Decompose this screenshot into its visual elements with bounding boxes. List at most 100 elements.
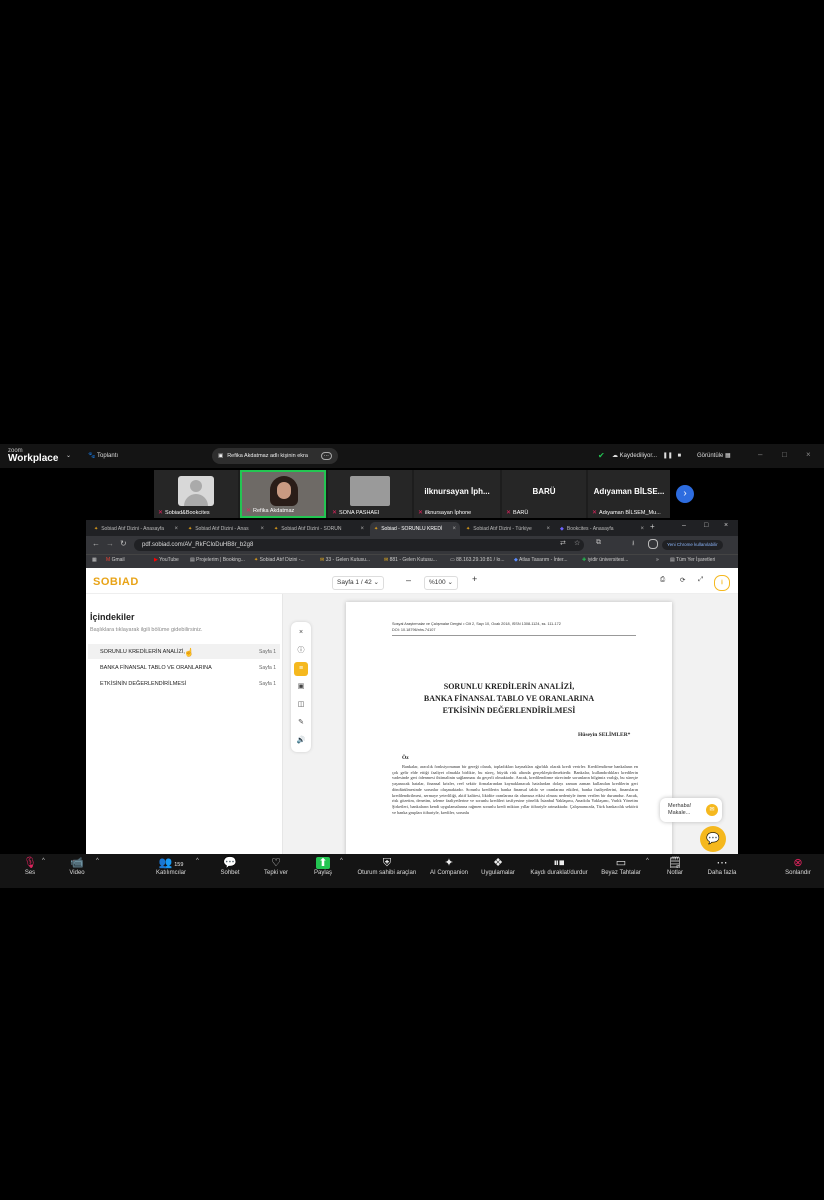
close-tab-icon[interactable]: × (174, 526, 178, 532)
back-icon[interactable]: ← (92, 539, 100, 548)
share-button[interactable]: ⬆ Paylaş (308, 856, 338, 876)
notes-button[interactable]: 🗒 Notlar (662, 856, 688, 876)
recording-indicator[interactable]: ☁ Kaydediliyor... ❚❚ ■ (612, 452, 681, 459)
more-icon[interactable]: ··· (320, 452, 332, 460)
meeting-menu[interactable]: 🐾 Toplantı (88, 452, 118, 459)
page-selector[interactable]: Sayfa 1 / 42 ⌄ (332, 576, 384, 590)
download-icon[interactable]: ⭳ (632, 539, 634, 550)
overflow-icon[interactable]: » (656, 557, 659, 563)
url-input[interactable]: pdf.sobiad.com/AV_RkFCloDuHB8r_b2g8 (134, 539, 584, 551)
speaker-icon[interactable]: 🔊 (294, 734, 308, 748)
chevron-up-icon[interactable]: ^ (42, 858, 45, 864)
browser-tab-4[interactable]: ✦ Sobiad Atıf Dizini - Türkiye × (462, 522, 554, 536)
chevron-down-icon[interactable]: ⌄ (66, 452, 71, 459)
zoom-out-button[interactable]: – (406, 575, 411, 585)
stop-icon[interactable]: ■ (677, 453, 681, 459)
fullscreen-icon[interactable]: ⤢ (698, 576, 703, 584)
chat-button[interactable]: 💬 Sohbet (214, 856, 246, 876)
chrome-update-button[interactable]: Yeni Chrome kullanılabilir (662, 540, 723, 550)
participant-tile-3[interactable]: ilknursayan İph... ✕ ilknursayan İphone (414, 470, 500, 518)
participant-tile-5[interactable]: Adıyaman BİLSE... ✕ Adıyaman BİLSEM_Mu... (588, 470, 670, 518)
minimize-icon[interactable]: – (682, 522, 686, 529)
apps-icon[interactable]: ▦ (92, 557, 97, 563)
view-menu[interactable]: Görüntüle ▦ (697, 452, 731, 459)
star-icon[interactable]: ☆ (574, 539, 580, 547)
bookmark-1[interactable]: ▶ YouTube (154, 557, 179, 563)
pdf-page[interactable]: Sosyal Araştırmalar ve Çalışmalar Dergis… (346, 602, 672, 854)
close-panel-icon[interactable]: × (294, 626, 308, 640)
extensions-icon[interactable]: ⧉ (596, 539, 601, 547)
bookmark-3[interactable]: ✦ Sobiad Atıf Dizini -... (254, 557, 305, 563)
participant-tile-0[interactable]: ✕ Sobiad&Bookcites (154, 470, 238, 518)
next-participants-button[interactable]: › (676, 485, 694, 503)
screen-share-notice[interactable]: ▣ Refika Akdatmaz adlı kişinin ekra ··· (212, 448, 338, 464)
close-tab-icon[interactable]: × (260, 526, 264, 532)
zoom-selector[interactable]: %100 ⌄ (424, 576, 458, 590)
bookmark-0[interactable]: M Gmail (106, 557, 125, 563)
folder-icon: ▤ (670, 557, 675, 563)
audio-button[interactable]: 🎙 Ses (16, 856, 44, 876)
browser-tab-0[interactable]: ✦ Sobiad Atıf Dizini - Anasayfa × (90, 522, 182, 536)
toc-icon[interactable]: ≡ (294, 662, 308, 676)
close-tab-icon[interactable]: × (360, 526, 364, 532)
maximize-icon[interactable]: □ (704, 522, 708, 529)
bookmark-7[interactable]: ◆ Atlas Tasarım - İnter... (514, 557, 568, 563)
minimize-icon[interactable]: – (758, 450, 762, 459)
zoom-in-button[interactable]: + (472, 574, 477, 584)
edit-icon[interactable]: ✎ (294, 716, 308, 730)
bookmark-2[interactable]: ▤ Projelerim | Booking... (190, 557, 245, 563)
chevron-up-icon[interactable]: ^ (196, 858, 199, 864)
ai-companion-button[interactable]: ✦ AI Companion (426, 856, 472, 876)
participants-button[interactable]: 👥 159 Katılımcılar (150, 856, 192, 876)
chat-open-button[interactable]: 💬 (700, 826, 726, 852)
rotate-icon[interactable]: ⟳ (680, 576, 685, 584)
toc-item[interactable]: ETKİSİNİN DEĞERLENDİRİLMESİ Sayfa 1 (88, 676, 280, 691)
end-meeting-button[interactable]: ⊗ Sonlandır (780, 856, 816, 876)
participant-tile-2[interactable]: ✕ SONA PASHAEI (328, 470, 412, 518)
print-icon[interactable]: ⎙ (660, 576, 665, 584)
toolbar-label: Tepki ver (263, 870, 288, 876)
browser-tab-2[interactable]: ✦ Sobiad Atıf Dizini - SORUN × (270, 522, 368, 536)
reload-icon[interactable]: ↻ (120, 539, 127, 548)
video-button[interactable]: 📹 Video (62, 856, 92, 876)
toc-item[interactable]: BANKA FİNANSAL TABLO VE ORANLARINA Sayfa… (88, 660, 280, 675)
new-tab-icon[interactable]: + (650, 522, 655, 531)
host-tools-button[interactable]: ⛨ Oturum sahibi araçları (352, 856, 422, 876)
doi-line: DOI: 10.18796/nhs.74107 (392, 628, 436, 632)
bookmark-4[interactable]: ✉ 33 - Gelen Kutusu... (320, 557, 370, 563)
pause-icon[interactable]: ❚❚ (663, 453, 673, 459)
all-bookmarks[interactable]: ▤ Tüm Yer İşaretleri (670, 557, 715, 563)
bookmark-8[interactable]: ✚ iyidir üniversitesi... (582, 557, 628, 563)
close-window-icon[interactable]: × (724, 522, 728, 529)
browser-tab-5[interactable]: ◆ Bookcites - Anasayfa × (556, 522, 648, 536)
profile-icon[interactable] (648, 539, 658, 549)
participant-tile-4[interactable]: BARÜ ✕ BARÜ (502, 470, 586, 518)
book-icon[interactable]: ◫ (294, 698, 308, 712)
chevron-up-icon[interactable]: ^ (96, 858, 99, 864)
image-icon[interactable]: ▣ (294, 680, 308, 694)
forward-icon[interactable]: → (106, 539, 114, 548)
whiteboards-button[interactable]: ▭ Beyaz Tahtalar (598, 856, 644, 876)
bookmark-6[interactable]: ▭ 88.163.29.10:81 / lo... (450, 557, 505, 563)
translate-icon[interactable]: ⇄ (560, 539, 566, 547)
bookmark-5[interactable]: ✉ 881 - Gelen Kutusu... (384, 557, 437, 563)
browser-tab-3[interactable]: ✦ Sobiad - SORUNLU KREDİ × (370, 522, 460, 536)
chevron-up-icon[interactable]: ^ (646, 858, 649, 864)
close-icon[interactable]: × (806, 450, 811, 459)
sobiad-logo[interactable]: SOBIAD (93, 576, 139, 588)
chat-greeting-card[interactable]: Merhaba! Makale... ✉ (660, 798, 722, 822)
apps-button[interactable]: ❖ Uygulamalar (478, 856, 518, 876)
participant-tile-1[interactable]: ✕ Refika Akdatmaz (240, 470, 326, 518)
more-button[interactable]: ⋯ Daha fazla (704, 856, 740, 876)
download-icon[interactable]: ⭳ (714, 575, 730, 591)
close-tab-icon[interactable]: × (452, 526, 456, 532)
browser-tab-1[interactable]: ✦ Sobiad Atıf Dizini - Anas × (184, 522, 268, 536)
record-button[interactable]: ⏸⏹ Kaydı duraklat/durdur (524, 856, 594, 876)
chevron-up-icon[interactable]: ^ (340, 858, 343, 864)
maximize-icon[interactable]: □ (782, 450, 787, 459)
bookmark-label: 881 - Gelen Kutusu... (389, 557, 437, 563)
close-tab-icon[interactable]: × (546, 526, 550, 532)
close-tab-icon[interactable]: × (640, 526, 644, 532)
info-icon[interactable]: ⓘ (294, 644, 308, 658)
reactions-button[interactable]: ♡ Tepki ver (258, 856, 294, 876)
